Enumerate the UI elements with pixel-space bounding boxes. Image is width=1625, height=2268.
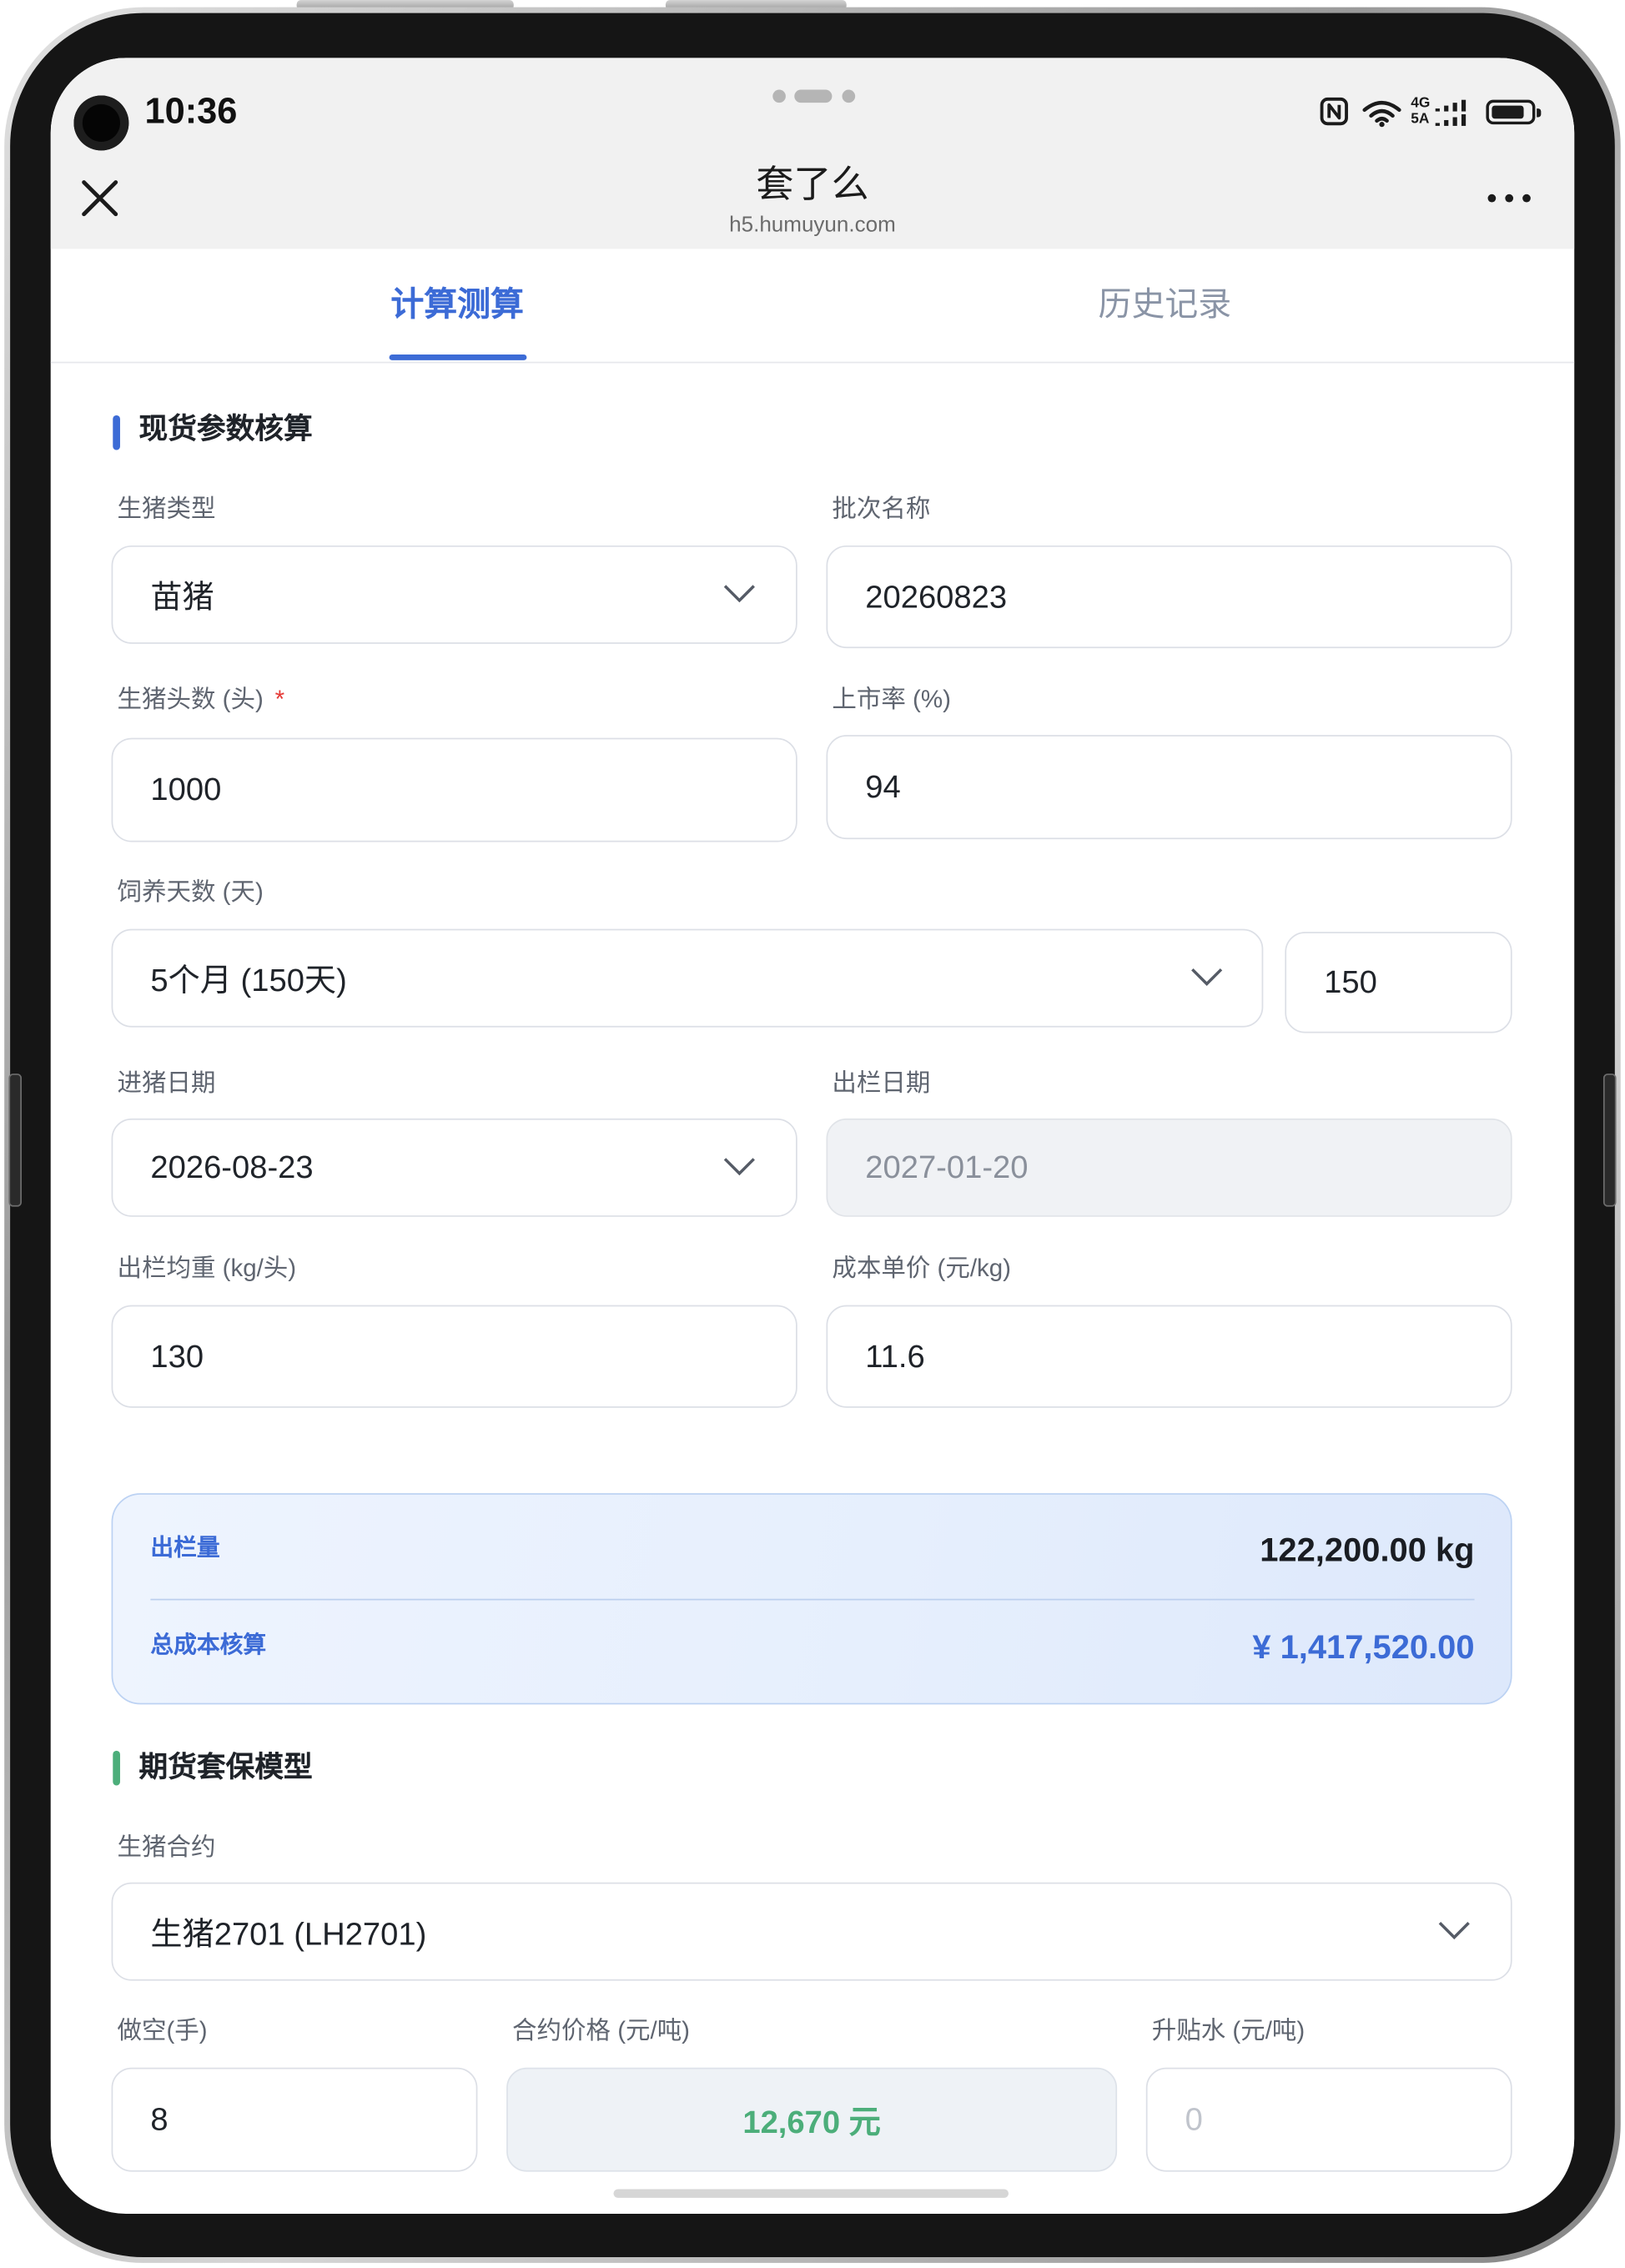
futures-section-accent-bar	[113, 1750, 120, 1786]
batch-name-label: 批次名称	[832, 495, 931, 523]
page-title: 套了么	[756, 162, 869, 206]
exit-date-input	[826, 1118, 1512, 1217]
pig-type-label: 生猪类型	[117, 495, 216, 523]
feeding-days-input[interactable]	[1285, 932, 1512, 1033]
tab-divider	[50, 361, 1575, 364]
unit-cost-label: 成本单价 (元/kg)	[832, 1254, 1012, 1282]
contract-selected: 生猪2701 (LH2701)	[150, 1915, 427, 1952]
summary-divider	[150, 1598, 1475, 1601]
contract-price-value: 12,670 元	[742, 2104, 881, 2140]
chevron-down-icon	[723, 1158, 755, 1176]
network-type-bottom: 5A	[1411, 111, 1430, 128]
front-camera	[73, 95, 129, 151]
chevron-down-icon	[1191, 968, 1223, 986]
head-count-input[interactable]	[111, 737, 797, 842]
pig-type-value: 苗猪	[150, 578, 214, 616]
feeding-days-selected: 5个月 (150天)	[150, 962, 347, 998]
status-time: 10:36	[144, 91, 238, 132]
market-rate-input[interactable]	[826, 735, 1512, 840]
output-label: 出栏量	[150, 1536, 220, 1561]
nfc-icon	[1320, 97, 1348, 126]
network-type-top: 4G	[1411, 95, 1431, 112]
window-handle-dot-left	[772, 89, 786, 103]
window-handle-pill[interactable]	[794, 89, 833, 103]
head-count-label-text: 生猪头数 (头)	[117, 686, 264, 714]
tab-history[interactable]: 历史记录	[948, 249, 1381, 359]
window-handle-dot-right	[842, 89, 856, 103]
futures-section-title: 期货套保模型	[138, 1752, 313, 1784]
entry-date-label: 进猪日期	[117, 1069, 216, 1097]
entry-date-value: 2026-08-23	[150, 1149, 314, 1185]
page-stage: 10:36 4G 5A 套了么 h5.humuyun.com 计算测算 历史记录…	[0, 0, 1625, 2267]
short-lots-input[interactable]	[111, 2067, 478, 2172]
feeding-days-select[interactable]: 5个月 (150天)	[111, 928, 1264, 1028]
spot-section-title: 现货参数核算	[138, 414, 313, 446]
contract-price-display: 12,670 元	[506, 2067, 1118, 2172]
output-value: 122,200.00 kg	[1260, 1531, 1475, 1569]
total-cost-label: 总成本核算	[150, 1633, 267, 1658]
head-count-label: 生猪头数 (头) *	[118, 686, 285, 715]
basis-label: 升贴水 (元/吨)	[1151, 2017, 1306, 2044]
pig-type-select[interactable]: 苗猪	[111, 545, 797, 644]
summary-card: 出栏量 122,200.00 kg 总成本核算 ¥ 1,417,520.00	[111, 1493, 1512, 1705]
page-url: h5.humuyun.com	[729, 212, 896, 238]
total-cost-value: ¥ 1,417,520.00	[1252, 1627, 1475, 1666]
contract-price-label: 合约价格 (元/吨)	[512, 2017, 691, 2044]
wifi-icon	[1362, 100, 1401, 128]
hinge-mark-right	[1602, 1074, 1617, 1207]
chevron-down-icon	[1438, 1922, 1470, 1940]
unit-cost-input[interactable]	[826, 1305, 1512, 1408]
hinge-mark-left	[8, 1074, 23, 1207]
batch-name-input[interactable]	[826, 545, 1512, 649]
battery-fill	[1492, 105, 1524, 119]
battery-icon	[1486, 99, 1536, 125]
battery-tip	[1537, 108, 1542, 118]
required-mark: *	[274, 686, 285, 714]
basis-input[interactable]	[1145, 2067, 1512, 2172]
contract-select[interactable]: 生猪2701 (LH2701)	[111, 1882, 1512, 1981]
signal-icon	[1435, 99, 1467, 126]
home-indicator[interactable]	[613, 2189, 1009, 2198]
contract-label: 生猪合约	[117, 1833, 216, 1861]
screen: 10:36 4G 5A 套了么 h5.humuyun.com 计算测算 历史记录…	[50, 58, 1575, 2214]
feeding-days-label: 饲养天数 (天)	[117, 878, 264, 906]
spot-section-accent-bar	[113, 415, 120, 450]
tab-calculation[interactable]: 计算测算	[240, 249, 674, 359]
exit-date-label: 出栏日期	[832, 1069, 931, 1097]
chevron-down-icon	[723, 585, 755, 603]
avg-weight-input[interactable]	[111, 1305, 797, 1408]
short-lots-label: 做空(手)	[117, 2017, 208, 2044]
more-icon[interactable]	[1487, 194, 1531, 203]
avg-weight-label: 出栏均重 (kg/头)	[117, 1254, 297, 1282]
tab-active-indicator	[389, 354, 527, 360]
market-rate-label: 上市率 (%)	[832, 686, 951, 714]
entry-date-picker[interactable]: 2026-08-23	[111, 1118, 797, 1217]
